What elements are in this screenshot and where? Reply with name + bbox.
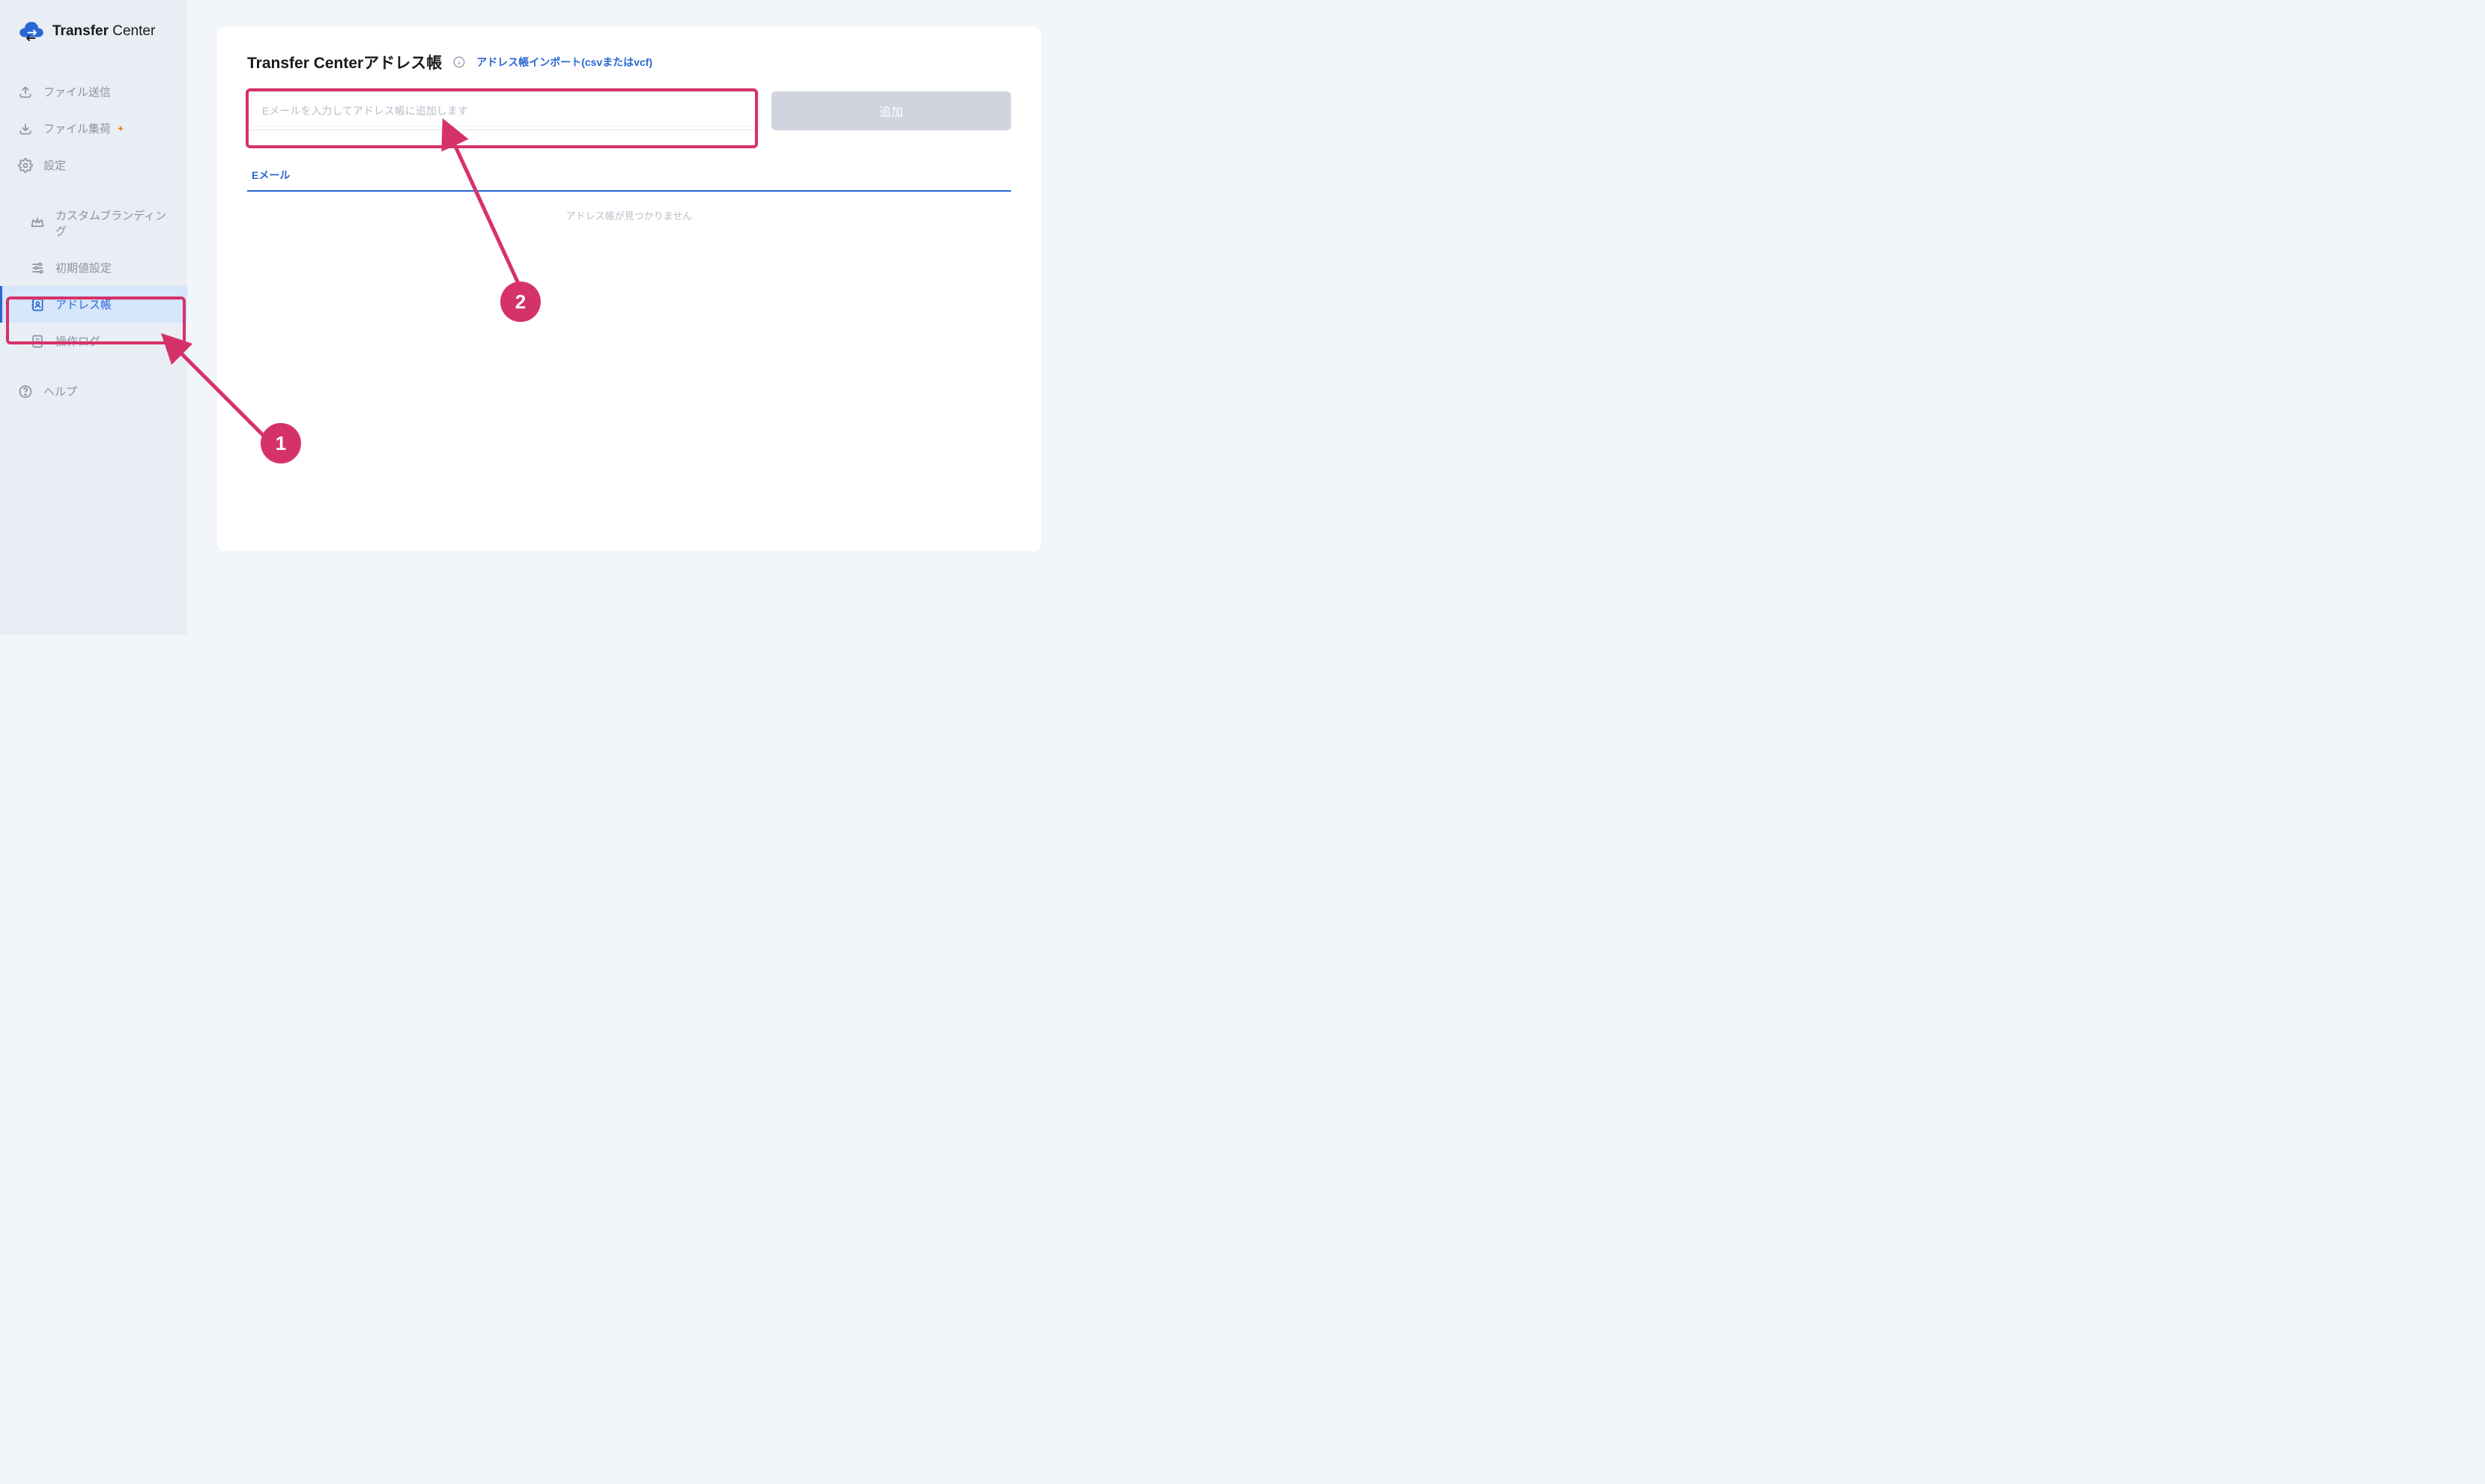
download-icon xyxy=(18,121,33,136)
email-input-container xyxy=(247,91,759,130)
sidebar-item-collect[interactable]: ファイル集荷 ✦ xyxy=(0,110,187,147)
table-header-email: Eメール xyxy=(252,169,290,181)
sidebar-item-label: アドレス帳 xyxy=(55,297,112,312)
sidebar-item-help[interactable]: ヘルプ xyxy=(0,373,187,410)
cloud-transfer-icon xyxy=(18,18,45,45)
email-input[interactable] xyxy=(251,95,756,127)
empty-message: アドレス帳が見つかりません xyxy=(247,192,1011,239)
sidebar-item-label: 設定 xyxy=(43,157,66,173)
main-content: Transfer Centerアドレス帳 アドレス帳インポート(csvまたはvc… xyxy=(187,0,1064,635)
add-button[interactable]: 追加 xyxy=(771,91,1011,130)
sidebar-item-logs[interactable]: 操作ログ xyxy=(0,323,187,359)
document-icon xyxy=(30,334,45,349)
sidebar-item-label: ファイル集荷 xyxy=(43,121,111,136)
upload-icon xyxy=(18,85,33,100)
add-row: 追加 xyxy=(247,91,1011,130)
sidebar-item-send[interactable]: ファイル送信 xyxy=(0,73,187,110)
sidebar-item-label: 初期値設定 xyxy=(55,260,112,276)
logo-text: Transfer Center xyxy=(52,23,155,40)
import-link[interactable]: アドレス帳インポート(csvまたはvcf) xyxy=(476,55,652,70)
panel-title: Transfer Centerアドレス帳 xyxy=(247,51,442,73)
sidebar-item-branding[interactable]: カスタムブランディング xyxy=(0,197,187,249)
sidebar-item-label: カスタムブランディング xyxy=(55,207,169,239)
star-badge-icon: ✦ xyxy=(117,124,124,134)
sidebar-item-label: ファイル送信 xyxy=(43,84,111,100)
sidebar-item-label: ヘルプ xyxy=(43,383,77,399)
help-icon xyxy=(18,384,33,399)
address-book-panel: Transfer Centerアドレス帳 アドレス帳インポート(csvまたはvc… xyxy=(217,27,1041,551)
sidebar-item-settings[interactable]: 設定 xyxy=(0,147,187,183)
sidebar-nav: ファイル送信 ファイル集荷 ✦ 設定 カスタムブランディング xyxy=(0,73,187,410)
sidebar-item-label: 操作ログ xyxy=(55,333,100,349)
sidebar-item-address-book[interactable]: アドレス帳 xyxy=(0,286,187,323)
sidebar-item-defaults[interactable]: 初期値設定 xyxy=(0,249,187,286)
info-icon[interactable] xyxy=(452,55,466,69)
crown-icon xyxy=(30,216,45,231)
panel-header: Transfer Centerアドレス帳 アドレス帳インポート(csvまたはvc… xyxy=(247,51,1011,73)
address-book-icon xyxy=(30,297,45,312)
gear-icon xyxy=(18,158,33,173)
sidebar: Transfer Center ファイル送信 ファイル集荷 ✦ 設定 xyxy=(0,0,187,635)
sliders-icon xyxy=(30,261,45,276)
logo: Transfer Center xyxy=(0,18,187,60)
table-header: Eメール xyxy=(247,160,1011,192)
